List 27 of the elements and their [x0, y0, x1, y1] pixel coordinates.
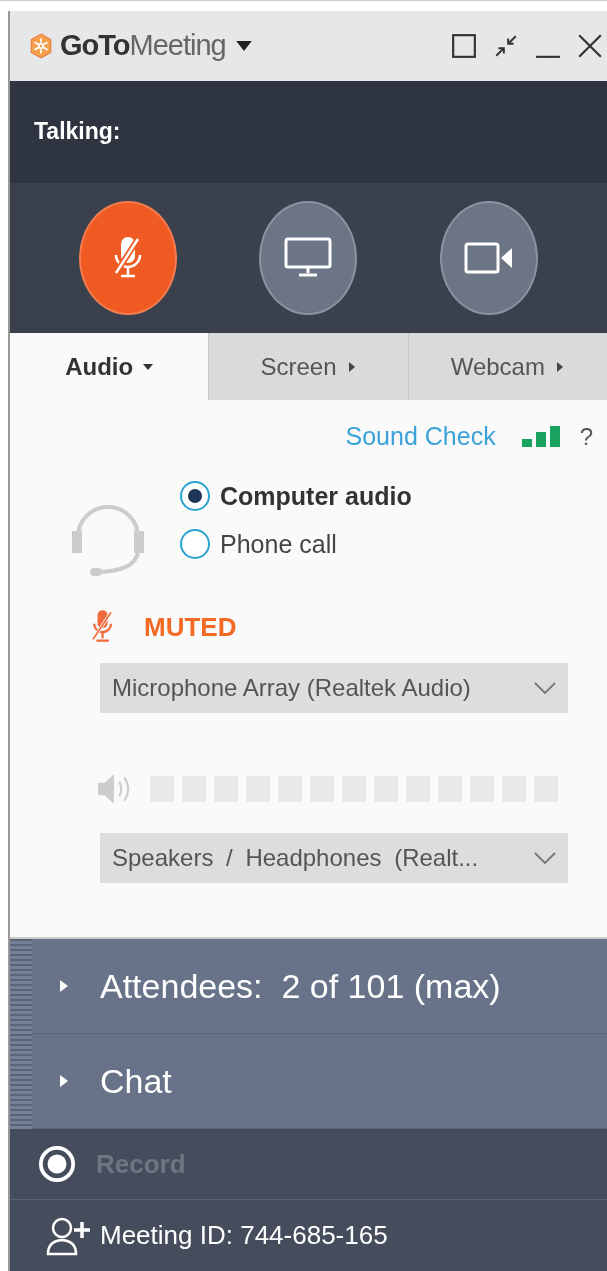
signal-bars-icon [521, 425, 562, 448]
microphone-dropdown[interactable]: Microphone Array (Realtek Audio) [100, 663, 568, 714]
chevron-down-icon [534, 852, 556, 865]
speakers-dropdown[interactable]: Speakers / Headphones (Realt... [100, 833, 568, 884]
radio-button[interactable] [180, 481, 210, 512]
caret-down-icon [143, 361, 154, 372]
caret-right-icon [60, 980, 68, 993]
radio-button[interactable] [180, 529, 210, 560]
tab[interactable]: Webcam [407, 333, 607, 401]
flower-logo-icon [28, 31, 54, 60]
caret-right-icon [60, 1075, 68, 1088]
chevron-down-icon [534, 682, 556, 695]
radio-label[interactable]: Computer audio [220, 481, 412, 511]
caret-right-icon [346, 361, 357, 372]
app-title[interactable]: GoToMeeting [60, 29, 226, 63]
tab[interactable]: Screen [208, 333, 408, 401]
caret-right-icon [554, 361, 565, 372]
caret-icon[interactable] [235, 40, 252, 51]
help-link[interactable]: ? [579, 422, 593, 451]
resize-grip[interactable] [10, 939, 32, 1130]
talking-label: Talking: [34, 118, 121, 146]
meeting-id: Meeting ID: 744-685-165 [100, 1220, 388, 1252]
record-icon[interactable] [38, 1145, 76, 1184]
close-icon[interactable] [577, 32, 603, 59]
muted-status: MUTED [144, 611, 237, 643]
radio-label[interactable]: Phone call [220, 529, 337, 559]
maximize-icon[interactable] [451, 32, 477, 59]
